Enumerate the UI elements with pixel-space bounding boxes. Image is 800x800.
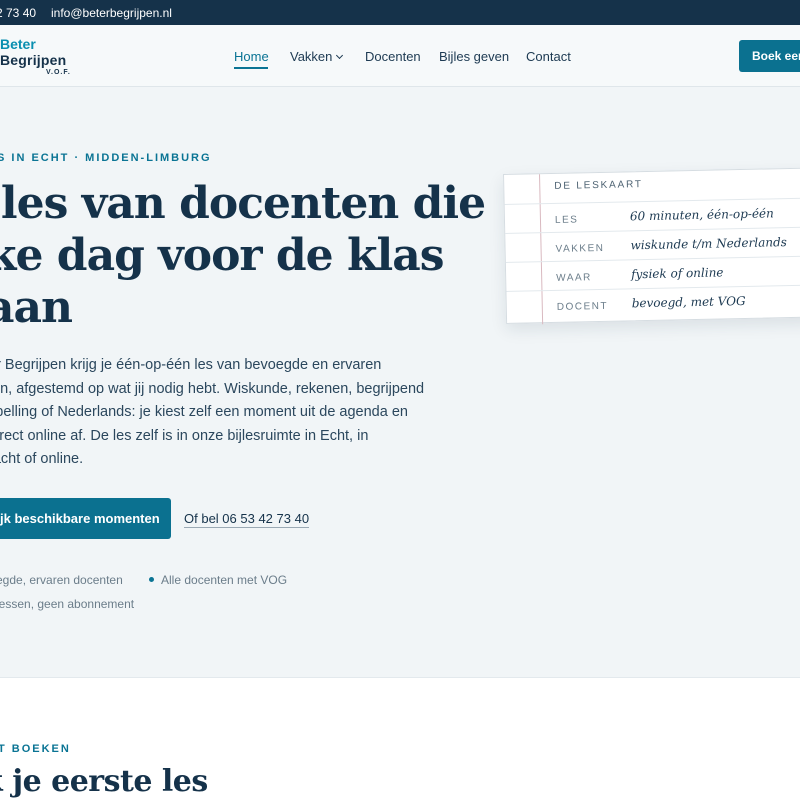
card-row-key: LES [554,214,579,226]
intro-line: racht of online. [0,451,84,467]
feature-text: lessen, geen abonnement [0,597,135,611]
lesson-card-paper: DE LESKAART LES 60 minuten, één-op-één V… [503,167,800,325]
nav-item-home[interactable]: Home [234,49,269,64]
hero-title-line: ke dag voor de klas [0,230,444,281]
hero-eyebrow: S IN ECHT · MIDDEN-LIMBURG [0,152,212,164]
card-row-key: WAAR [556,272,592,284]
feature-text: egde, ervaren docenten [0,573,123,587]
hero-title-line: aan [0,282,73,333]
card-row-key: VAKKEN [555,242,605,255]
card-row-value: 60 minuten, één-op-één [629,206,774,224]
lesson-card: DE LESKAART LES 60 minuten, één-op-één V… [503,167,800,325]
intro-line: ten, afgestemd op wat jij nodig hebt. Wi… [0,380,425,397]
card-row-value: bevoegd, met VOG [631,293,746,311]
feature-item: Alle docenten met VOG [149,573,287,587]
site-header: Beter Begrijpen V.O.F. Home Vakken Docen… [0,25,800,87]
logo[interactable]: Beter Begrijpen V.O.F. [0,35,70,79]
lesson-card-row: DOCENT bevoegd, met VOG [506,284,800,320]
card-row-key: DOCENT [556,300,609,313]
intro-line: direct online af. De les zelf is in onze… [0,427,369,444]
topbar-phone-link[interactable]: 2 73 40 [0,6,36,20]
feature-text: Alle docenten met VOG [161,573,288,587]
intro-line: er Begrijpen krijg je één-op-één les van… [0,357,382,373]
lesson-card-title: DE LESKAART [554,179,643,192]
card-row-value: fysiek of online [630,265,724,282]
intro-line: spelling of Nederlands: je kiest zelf ee… [0,404,408,420]
nav-item-contact[interactable]: Contact [526,49,571,64]
topbar-email-link[interactable]: info@beterbegrijpen.nl [51,6,172,20]
nav-active-indicator [234,67,268,69]
booking-title: k je eerste les [0,764,208,799]
card-row-value: wiskunde t/m Nederlands [630,235,787,253]
book-lesson-button[interactable]: Boek een [739,40,800,72]
hero-title-line: jles van docenten die [0,178,486,229]
hero-title: jles van docenten die ke dag voor de kla… [0,178,486,334]
logo-text-begrijpen: Begrijpen [0,52,67,68]
nav-item-vakken[interactable]: Vakken [290,49,344,64]
feature-item: egde, ervaren docenten [0,573,123,587]
logo-text-vof: V.O.F. [46,69,71,76]
nav-item-vakken-label: Vakken [290,49,333,64]
chevron-down-icon [336,51,344,60]
bullet-dot-icon [149,577,154,582]
nav-item-docenten[interactable]: Docenten [365,49,421,64]
booking-eyebrow: T BOEKEN [0,743,71,755]
nav-item-bijles-geven[interactable]: Bijles geven [439,49,509,64]
view-available-slots-button[interactable]: jk beschikbare momenten [0,498,171,539]
hero-intro: er Begrijpen krijg je één-op-één les van… [0,354,448,472]
top-contact-bar: 2 73 40 info@beterbegrijpen.nl [0,0,800,25]
feature-item: lessen, geen abonnement [0,597,134,611]
call-phone-link[interactable]: Of bel 06 53 42 73 40 [184,511,310,528]
logo-text-beter: Beter [0,36,36,52]
